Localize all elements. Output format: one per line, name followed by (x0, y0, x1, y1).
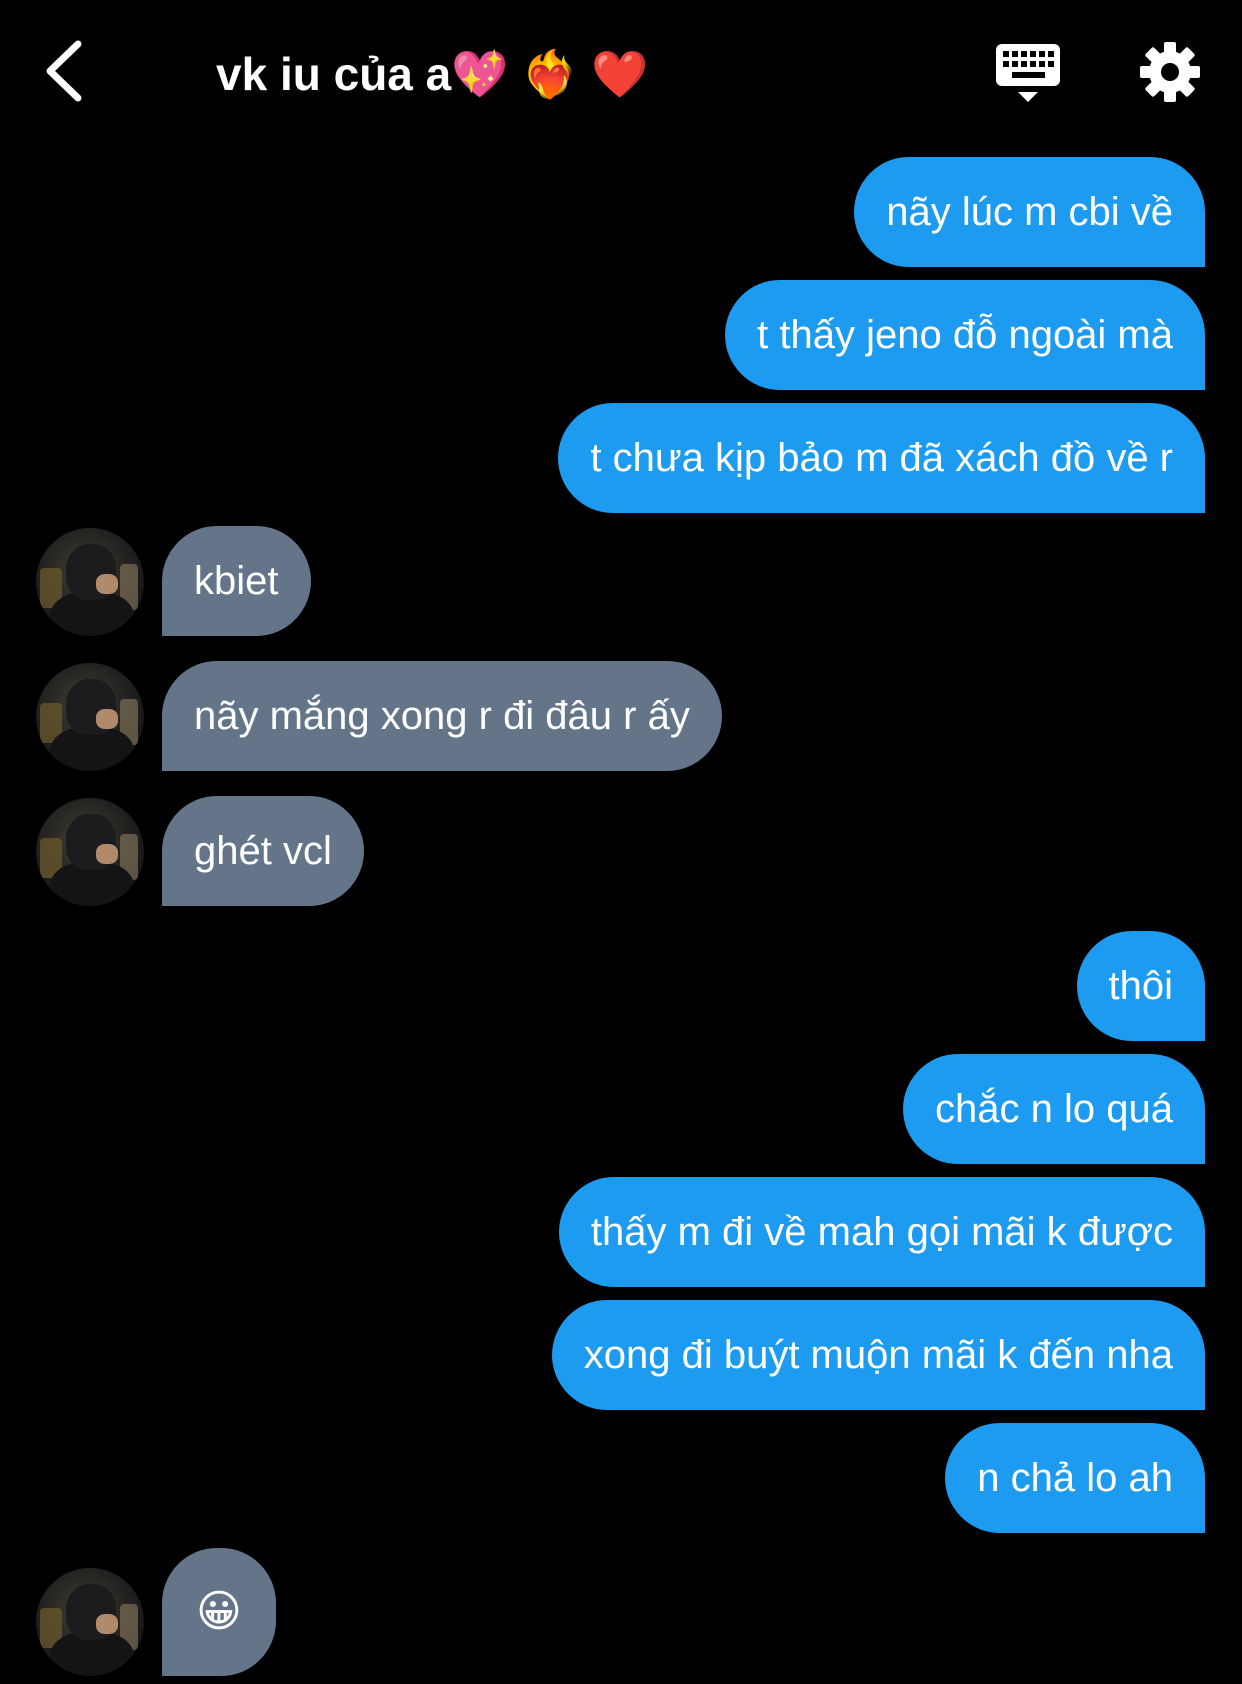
keyboard-icon (996, 44, 1060, 102)
back-button[interactable] (38, 36, 98, 106)
message-bubble-outgoing[interactable]: t thấy jeno đỗ ngoài mà (725, 280, 1205, 390)
settings-button[interactable] (1138, 40, 1202, 104)
contact-avatar[interactable] (36, 1568, 144, 1676)
message-bubble-incoming[interactable]: ghét vcl (162, 796, 364, 906)
message-bubble-outgoing[interactable]: xong đi buýt muộn mãi k đến nha (551, 1300, 1205, 1410)
chat-header: vk iu của a💖 ❤️‍🔥 ❤️ (0, 0, 1242, 150)
message-bubble-outgoing[interactable]: nãy lúc m cbi về (854, 157, 1205, 267)
keyboard-button[interactable] (992, 40, 1064, 106)
message-bubble-outgoing[interactable]: thấy m đi về mah gọi mãi k được (558, 1177, 1205, 1287)
contact-avatar[interactable] (36, 528, 144, 636)
conversation-title[interactable]: vk iu của a💖 ❤️‍🔥 ❤️ (216, 44, 649, 104)
message-bubble-incoming[interactable]: 😀 (162, 1548, 276, 1676)
message-bubble-incoming[interactable]: nãy mắng xong r đi đâu r ấy (162, 661, 722, 771)
message-bubble-outgoing[interactable]: chắc n lo quá (903, 1054, 1205, 1164)
chevron-left-icon (46, 40, 82, 102)
message-bubble-outgoing[interactable]: t chưa kịp bảo m đã xách đồ về r (558, 403, 1205, 513)
gear-icon (1140, 42, 1200, 102)
message-bubble-outgoing[interactable]: n chả lo ah (945, 1423, 1205, 1533)
message-bubble-incoming[interactable]: kbiet (162, 526, 311, 636)
contact-avatar[interactable] (36, 663, 144, 771)
contact-avatar[interactable] (36, 798, 144, 906)
message-bubble-outgoing[interactable]: thôi (1076, 931, 1205, 1041)
